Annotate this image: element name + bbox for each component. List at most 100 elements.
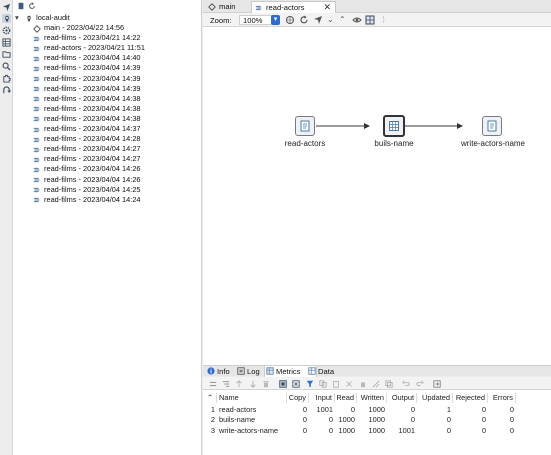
settings-icon[interactable] [2,26,11,35]
tree-item[interactable]: read-films - 2023/04/04 14:38 [33,114,141,124]
column-header-errors[interactable]: Errors [488,393,516,403]
export-icon[interactable] [433,380,441,388]
tree-item[interactable]: read-films - 2023/04/21 14:22 [33,33,141,43]
column-header-name[interactable]: Name [217,393,287,403]
duplicate-icon[interactable] [385,380,393,388]
cell-rejected: 0 [481,405,486,414]
resize-icon[interactable] [372,380,380,388]
search-icon[interactable] [2,62,11,71]
tree-item[interactable]: read-films - 2023/04/04 14:28 [33,134,141,144]
tree-root-label: local-audit [36,13,70,22]
paste-icon[interactable] [332,380,340,388]
tree-toolbar [13,0,202,12]
arrow-up-icon[interactable] [235,380,243,388]
refresh-icon[interactable] [28,2,36,12]
tree-item-label: read-films - 2023/04/04 14:27 [44,154,141,164]
column-header-input[interactable]: Input [309,393,335,403]
table-row[interactable]: 1 read-actors 0 1001 0 1000 0 1 0 0 [203,405,523,415]
filter-icon[interactable] [306,380,314,388]
tab-info[interactable]: Info [206,366,230,377]
audit-tree-panel: ▾ local-audit main - 2023/04/22 14:56 rea… [13,0,202,455]
tree-item[interactable]: read-films - 2023/04/04 14:39 [33,84,141,94]
pointer-icon[interactable] [2,3,11,12]
metrics-table: ⌃ Name Copy Input Read Written Output Up… [203,390,551,455]
column-header-rejected[interactable]: Rejected [453,393,488,403]
skip-icon[interactable]: ⟩ [382,15,385,24]
tree-item[interactable]: read-films - 2023/04/04 14:37 [33,124,141,134]
sort-icon[interactable]: ⌃ [204,393,217,403]
column-header-read[interactable]: Read [335,393,357,403]
data-orchestration-icon[interactable] [2,14,11,23]
chevron-up-icon[interactable]: ⌃ [339,15,346,24]
column-header-copy[interactable]: Copy [287,393,309,403]
tree-item[interactable]: read-films - 2023/04/04 14:38 [33,104,141,114]
zoom-fit-icon[interactable] [285,15,295,27]
pipeline-node-read-actors[interactable] [295,116,315,136]
cell-name: write-actors-name [219,425,279,435]
copy-icon[interactable] [319,380,327,388]
document-icon[interactable] [17,2,25,12]
table-row[interactable]: 3 write-actors-name 0 0 1000 1000 1001 0 0 0 [203,426,523,436]
clear-selection-icon[interactable] [292,380,301,388]
tree-item[interactable]: main - 2023/04/22 14:56 [33,23,124,33]
tree-item[interactable]: read-films - 2023/04/04 14:26 [33,175,141,185]
column-header-written[interactable]: Written [357,393,387,403]
explorer-icon[interactable] [2,50,11,59]
select-all-icon[interactable] [279,379,288,388]
calculator-icon [389,121,399,131]
close-icon[interactable]: ✕ [323,2,331,13]
table-row[interactable]: 2 buils-name 0 0 1000 1000 0 0 0 0 [203,415,523,425]
preview-icon[interactable] [352,15,362,27]
column-header-output[interactable]: Output [387,393,417,403]
tree-item[interactable]: read-films - 2023/04/04 14:26 [33,164,141,174]
trash-icon[interactable] [359,380,367,388]
chevron-down-icon[interactable]: ⌄ [327,15,334,24]
pipeline-canvas[interactable]: read-actors buils-name write-actors-name [203,27,551,365]
tree-item[interactable]: read-films - 2023/04/04 14:24 [33,195,141,205]
collapse-icon[interactable] [209,380,217,388]
cell-updated: 0 [446,425,451,435]
column-header-updated[interactable]: Updated [417,393,453,403]
pipeline-node-buils-name[interactable] [383,115,405,137]
undo-icon[interactable] [402,380,410,388]
pipeline-icon [33,146,41,153]
grid-view-icon[interactable] [365,15,375,27]
tree-item-label: read-films - 2023/04/04 14:38 [44,103,141,113]
cut-icon[interactable] [345,380,353,388]
cell-input: 1001 [316,405,333,414]
cell-output: 0 [410,415,415,425]
tree-item-label: read-films - 2023/04/04 14:39 [44,63,141,73]
tab-data[interactable]: Data [307,366,334,377]
delete-icon[interactable] [262,380,270,388]
tab-read-actors[interactable]: read-actors ✕ [251,1,336,13]
arrow-down-icon[interactable] [249,380,257,388]
pipeline-toolbar: Zoom: 100% ▾ ⌄ ⌃ ⟩ [203,13,551,27]
hop-icon[interactable] [313,15,323,27]
pipeline-icon [33,55,41,62]
tree-item-label: read-films - 2023/04/04 14:39 [44,83,141,93]
tree-item[interactable]: read-films - 2023/04/04 14:39 [33,74,141,84]
chevron-down-icon[interactable]: ▾ [15,13,23,23]
tree-root-item[interactable]: ▾ local-audit [15,13,70,23]
plugin-icon[interactable] [2,74,11,83]
tree-item[interactable]: read-films - 2023/04/04 14:38 [33,94,141,104]
tree-item[interactable]: read-films - 2023/04/04 14:27 [33,144,141,154]
cell-errors: 0 [509,415,514,425]
tree-item-label: read-films - 2023/04/04 14:24 [44,194,141,204]
expand-icon[interactable] [222,380,230,388]
tree-item[interactable]: read-actors - 2023/04/21 11:51 [33,43,145,53]
cell-written: 1000 [368,405,385,414]
tree-item[interactable]: read-films - 2023/04/04 14:39 [33,63,141,73]
cell-output: 0 [410,405,415,414]
chevron-down-icon[interactable]: ▾ [271,15,280,25]
tab-log[interactable]: Log [236,366,260,377]
metadata-icon[interactable] [2,38,11,47]
zoom-input[interactable]: 100% [239,15,275,25]
pipeline-node-write-actors-name[interactable] [482,116,502,136]
tree-item[interactable]: read-films - 2023/04/04 14:27 [33,154,141,164]
run-icon[interactable] [299,15,309,27]
redo-icon[interactable] [415,380,424,388]
tree-item[interactable]: read-films - 2023/04/04 14:25 [33,185,141,195]
audit-icon[interactable] [2,86,11,95]
tree-item[interactable]: read-films - 2023/04/04 14:40 [33,53,141,63]
